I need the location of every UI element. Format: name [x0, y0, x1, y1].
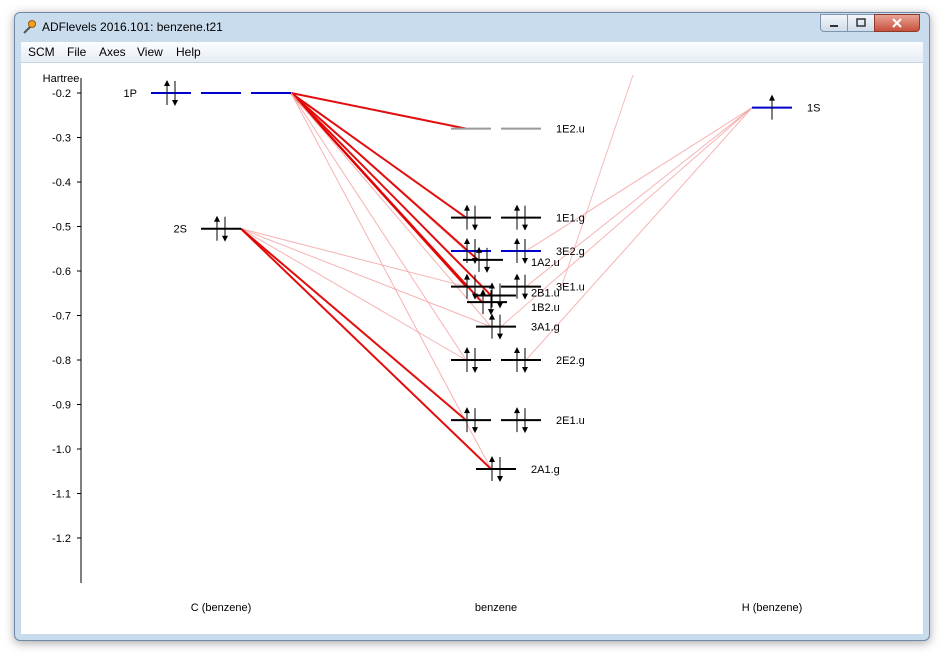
electron-up-arrowhead [464, 237, 470, 244]
level-label: 3E1.u [556, 282, 585, 294]
electron-up-arrowhead [769, 94, 775, 101]
column-label: benzene [475, 602, 517, 614]
column-label: H (benzene) [742, 602, 803, 614]
electron-up-arrowhead [214, 215, 220, 222]
electron-up-arrowhead [476, 246, 482, 253]
electron-down-arrowhead [522, 367, 528, 373]
level-label: 3E2.g [556, 246, 585, 258]
link-line-2S-3A1.g [240, 228, 492, 328]
electron-up-arrowhead [514, 347, 520, 353]
electron-up-arrowhead [514, 237, 520, 244]
electron-down-arrowhead [522, 427, 528, 434]
electron-up-arrowhead [464, 407, 470, 414]
electron-down-arrowhead [472, 367, 478, 373]
app-window: ADFlevels 2016.101: benzene.t21 SCM File… [14, 12, 930, 641]
electron-down-arrowhead [522, 224, 528, 231]
maximize-button[interactable] [847, 14, 875, 32]
maximize-icon [856, 18, 866, 27]
electron-down-arrowhead [497, 476, 503, 483]
energy-axis: Hartree -0.2 -0.3 -0.4 -0.5 -0.6 -0.7 -0.8 -0.9 -… [43, 73, 82, 583]
electron-up-arrowhead [489, 282, 495, 289]
level-label: 1P [124, 88, 137, 100]
window-title: ADFlevels 2016.101: benzene.t21 [42, 20, 223, 34]
level-label: 2A1.g [531, 464, 560, 476]
y-tick-label: -0.2 [52, 88, 71, 100]
electron-down-arrowhead [172, 100, 178, 106]
electron-up-arrowhead [464, 204, 470, 211]
title-bar[interactable]: ADFlevels 2016.101: benzene.t21 [15, 13, 929, 41]
column-label: C (benzene) [191, 602, 252, 614]
y-tick-label: -0.6 [52, 266, 71, 278]
levels-layer [151, 80, 792, 483]
electron-up-arrowhead [514, 204, 520, 211]
menu-scm[interactable]: SCM [28, 45, 55, 59]
electron-down-arrowhead [484, 266, 490, 273]
level-label: 2E2.g [556, 355, 585, 367]
electron-up-arrowhead [489, 313, 495, 320]
close-icon [892, 18, 902, 28]
minimize-icon [830, 25, 838, 27]
electron-down-arrowhead [522, 257, 528, 264]
minimize-button[interactable] [820, 14, 848, 32]
level-label: 2B1.u [531, 287, 560, 299]
menu-file[interactable]: File [67, 45, 86, 59]
y-tick-label: -0.9 [52, 400, 71, 412]
y-tick-label: -0.4 [52, 177, 71, 189]
link-line-1S-2E2.g [525, 107, 753, 361]
link-line-1P-2B1.u [290, 92, 492, 297]
adf-app-icon [23, 20, 36, 34]
electron-down-arrowhead [472, 427, 478, 434]
link-line-1P-1B2.u [290, 92, 483, 303]
menu-bar: SCM File Axes View Help [21, 42, 923, 63]
level-label: 1E1.g [556, 213, 585, 225]
level-label: 2S [174, 224, 187, 236]
electron-down-arrowhead [497, 333, 503, 340]
y-tick-label: -0.3 [52, 133, 71, 145]
y-axis-label: Hartree [43, 73, 80, 85]
links-layer [240, 74, 753, 470]
electron-up-arrowhead [514, 273, 520, 280]
electron-down-arrowhead [497, 302, 503, 309]
electron-up-arrowhead [164, 80, 170, 86]
level-label: 1B2.u [531, 302, 560, 314]
electron-up-arrowhead [464, 347, 470, 353]
electron-down-arrowhead [488, 309, 494, 316]
electron-down-arrowhead [472, 224, 478, 231]
y-tick-label: -0.8 [52, 355, 71, 367]
energy-level-diagram[interactable]: Hartree -0.2 -0.3 -0.4 -0.5 -0.6 -0.7 -0.8 -0.9 -… [21, 63, 923, 634]
level-label: 1A2.u [531, 257, 560, 269]
y-tick-label: -1.0 [52, 444, 71, 456]
labels-layer: C (benzene) benzene H (benzene) 1P 2S 1E2.u 1E… [124, 88, 821, 614]
electron-down-arrowhead [222, 235, 228, 242]
level-label: 2E1.u [556, 415, 585, 427]
menu-help[interactable]: Help [176, 45, 201, 59]
y-tick-label: -1.1 [52, 489, 71, 501]
y-tick-label: -1.2 [52, 533, 71, 545]
electron-up-arrowhead [514, 407, 520, 414]
level-label: 1S [807, 103, 820, 115]
link-line-2S-2A1.g [240, 228, 492, 470]
y-tick-label: -0.5 [52, 222, 71, 234]
y-tick-label: -0.7 [52, 311, 71, 323]
close-button[interactable] [874, 14, 920, 32]
level-label: 3A1.g [531, 322, 560, 334]
menu-view[interactable]: View [137, 45, 163, 59]
level-label: 1E2.u [556, 124, 585, 136]
plot-canvas[interactable]: Hartree -0.2 -0.3 -0.4 -0.5 -0.6 -0.7 -0.8 -0.9 -… [21, 63, 923, 634]
electron-down-arrowhead [522, 293, 528, 300]
menu-axes[interactable]: Axes [99, 45, 126, 59]
electron-up-arrowhead [489, 456, 495, 463]
